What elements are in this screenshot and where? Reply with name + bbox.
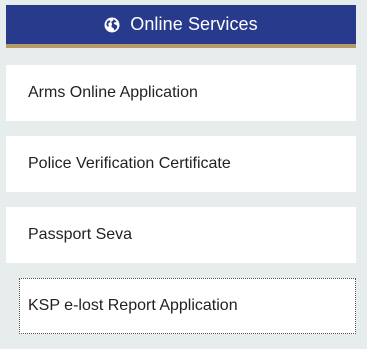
- service-label: Passport Seva: [28, 226, 133, 243]
- header-title: Online Services: [130, 14, 258, 34]
- service-link-police-verification[interactable]: Police Verification Certificate: [6, 136, 356, 192]
- service-link-passport-seva[interactable]: Passport Seva: [6, 207, 356, 263]
- services-list: Arms Online Application Police Verificat…: [6, 65, 356, 334]
- service-label: Police Verification Certificate: [28, 155, 231, 172]
- globe-icon: [104, 17, 120, 33]
- online-services-panel: Online Services Arms Online Application …: [6, 5, 356, 349]
- online-services-header: Online Services: [6, 5, 356, 48]
- service-label: KSP e-lost Report Application: [28, 297, 238, 314]
- service-link-arms-online[interactable]: Arms Online Application: [6, 65, 356, 121]
- service-link-ksp-elost-report[interactable]: KSP e-lost Report Application: [19, 278, 356, 334]
- service-label: Arms Online Application: [28, 84, 198, 101]
